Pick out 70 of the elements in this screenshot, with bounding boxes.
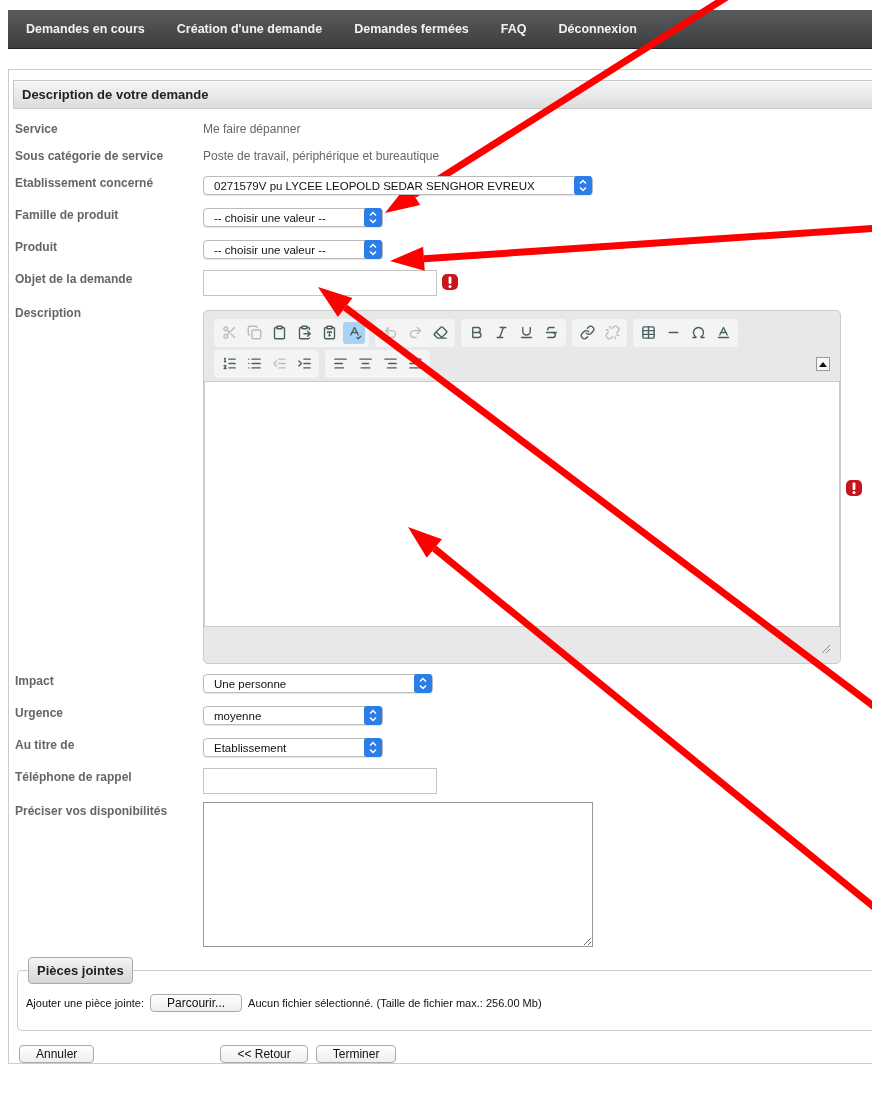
field-label: Service bbox=[15, 121, 59, 138]
numbered-list-icon bbox=[221, 356, 237, 371]
paste-icon bbox=[271, 325, 287, 340]
cut-icon bbox=[221, 325, 237, 340]
file-status: Aucun fichier sélectionné. (Taille de fichier max.: 256.00 Mb) bbox=[248, 997, 542, 1009]
resize-grip-icon[interactable] bbox=[820, 642, 830, 653]
align-left-icon bbox=[332, 356, 348, 371]
strikethrough-icon bbox=[543, 325, 559, 340]
select-field[interactable]: Etablissement bbox=[203, 738, 383, 757]
outdent-icon bbox=[271, 356, 287, 371]
field-value: Me faire dépanner bbox=[203, 121, 301, 136]
nav-link[interactable]: Déconnexion bbox=[558, 22, 637, 36]
select-field[interactable]: -- choisir une valeur -- bbox=[203, 240, 383, 259]
undo-icon bbox=[382, 325, 398, 340]
italic-icon bbox=[493, 325, 509, 340]
input-field[interactable] bbox=[203, 768, 437, 794]
nav-link[interactable]: Demandes en cours bbox=[26, 22, 145, 36]
redo-icon bbox=[407, 325, 423, 340]
input-field[interactable] bbox=[203, 270, 437, 296]
triangle-up-icon bbox=[819, 360, 827, 367]
unlink-icon bbox=[604, 325, 620, 340]
stepper-icon bbox=[364, 240, 382, 259]
eraser-icon bbox=[432, 325, 448, 340]
field-label: Impact bbox=[15, 673, 55, 690]
select-field[interactable]: Une personne bbox=[203, 674, 433, 693]
paste-word-icon bbox=[321, 325, 337, 340]
field-label: Description bbox=[15, 305, 82, 322]
form-button[interactable]: Annuler bbox=[19, 1045, 95, 1063]
field-label: Etablissement concerné bbox=[15, 175, 155, 192]
stepper-icon bbox=[414, 674, 432, 693]
section-header: Description de votre demande bbox=[13, 80, 872, 109]
form-button[interactable]: Terminer bbox=[315, 1045, 397, 1063]
align-right-icon bbox=[382, 356, 398, 371]
select-field[interactable]: moyenne bbox=[203, 706, 383, 725]
select-field[interactable]: 0271579V pu LYCEE LEOPOLD SEDAR SENGHOR EVREUX bbox=[203, 176, 593, 195]
editor-area[interactable] bbox=[204, 380, 840, 627]
nav-link[interactable]: Création d'une demande bbox=[176, 22, 323, 36]
collapse-button[interactable] bbox=[816, 356, 830, 371]
field-label: Préciser vos disponibilités bbox=[15, 803, 169, 820]
indent-icon bbox=[296, 356, 312, 371]
browse-button[interactable]: Parcourir... bbox=[150, 994, 243, 1012]
field-value: Poste de travail, périphérique et bureautique bbox=[203, 148, 440, 163]
text-color-icon bbox=[715, 325, 731, 340]
align-center-icon bbox=[357, 356, 373, 371]
paste-text-icon bbox=[296, 325, 312, 340]
stepper-icon bbox=[364, 738, 382, 757]
link-icon bbox=[579, 325, 595, 340]
table-icon bbox=[640, 325, 656, 340]
nav-link[interactable]: Demandes fermées bbox=[354, 22, 469, 36]
bullet-list-icon bbox=[246, 356, 262, 371]
attachment-label: Ajouter une pièce jointe: bbox=[26, 997, 145, 1009]
stepper-icon bbox=[364, 706, 382, 725]
field-label: Objet de la demande bbox=[15, 271, 134, 288]
select-field[interactable]: -- choisir une valeur -- bbox=[203, 208, 383, 227]
field-label: Sous catégorie de service bbox=[15, 148, 165, 165]
attachments-legend: Pièces jointes bbox=[28, 957, 133, 984]
stepper-icon bbox=[574, 176, 592, 195]
field-label: Urgence bbox=[15, 705, 65, 722]
nav-link[interactable]: FAQ bbox=[500, 22, 527, 36]
field-label: Téléphone de rappel bbox=[15, 769, 133, 786]
underline-icon bbox=[518, 325, 534, 340]
stepper-icon bbox=[364, 208, 382, 227]
form-button[interactable]: << Retour bbox=[220, 1045, 308, 1063]
field-label: Produit bbox=[15, 239, 58, 256]
field-label: Au titre de bbox=[15, 737, 76, 754]
copy-icon bbox=[246, 325, 262, 340]
align-justify-icon bbox=[407, 356, 423, 371]
omega-icon bbox=[690, 325, 706, 340]
spellcheck-button[interactable] bbox=[343, 321, 365, 344]
field-label: Famille de produit bbox=[15, 207, 120, 224]
